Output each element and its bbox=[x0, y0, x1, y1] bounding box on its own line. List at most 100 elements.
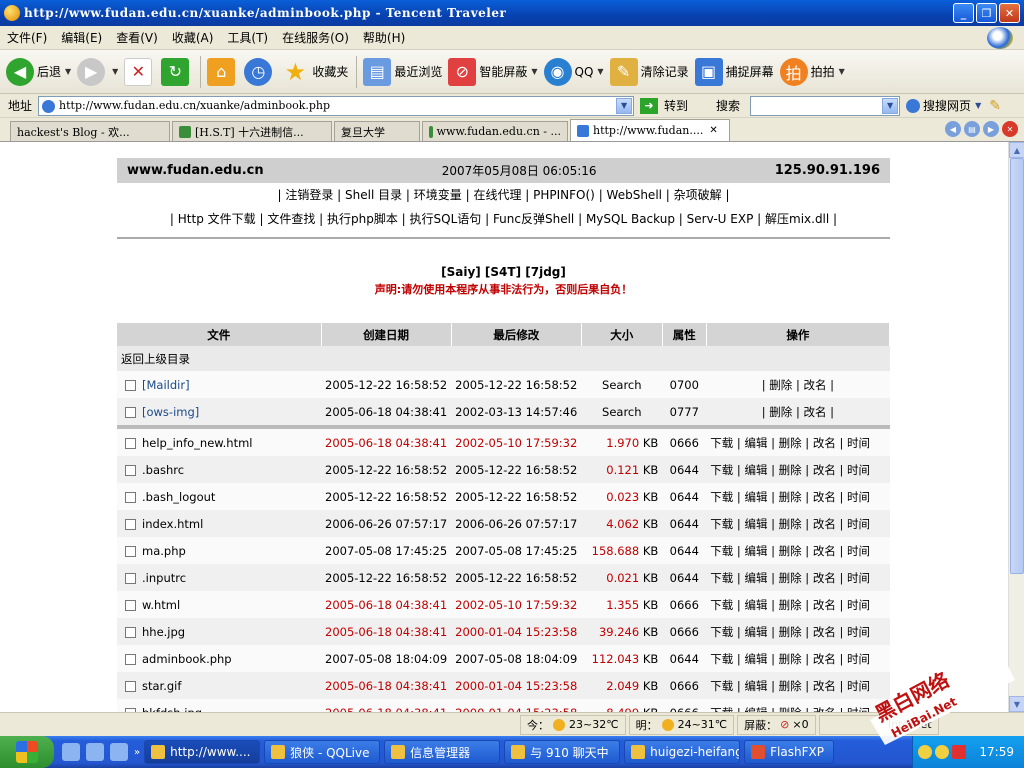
address-input[interactable]: http://www.fudan.edu.cn/xuanke/adminbook… bbox=[38, 95, 635, 116]
file-action-link[interactable]: 改名 bbox=[813, 517, 836, 531]
file-action-link[interactable]: 时间 bbox=[847, 490, 870, 504]
file-action-link[interactable]: 时间 bbox=[847, 463, 870, 477]
close-button[interactable]: ✕ bbox=[999, 3, 1020, 23]
file-action-link[interactable]: 删除 bbox=[779, 544, 802, 558]
recent-button[interactable]: ▤ 最近浏览 bbox=[363, 52, 442, 92]
file-action-link[interactable]: 时间 bbox=[847, 544, 870, 558]
file-action-link[interactable]: 时间 bbox=[847, 625, 870, 639]
tab-scroll-left-icon[interactable]: ◀ bbox=[945, 121, 961, 137]
menu-file[interactable]: 文件(F) bbox=[7, 29, 47, 46]
file-action-link[interactable]: 下载 bbox=[710, 571, 733, 585]
file-action-link[interactable]: 时间 bbox=[847, 598, 870, 612]
file-name[interactable]: ma.php bbox=[142, 544, 186, 558]
file-action-link[interactable]: 编辑 bbox=[744, 544, 767, 558]
file-name[interactable]: .bash_logout bbox=[142, 490, 215, 504]
file-action-link[interactable]: 编辑 bbox=[744, 463, 767, 477]
file-action-link[interactable]: 编辑 bbox=[744, 679, 767, 693]
nav-link[interactable]: 环境变量 bbox=[414, 188, 462, 202]
nav-link[interactable]: Func反弹Shell bbox=[493, 212, 574, 226]
file-action-link[interactable]: 改名 bbox=[813, 598, 836, 612]
file-action-link[interactable]: 下载 bbox=[710, 679, 733, 693]
dir-link[interactable]: [ows-img] bbox=[142, 405, 199, 419]
sogou-search-button[interactable]: 搜搜网页 ▼ bbox=[906, 97, 981, 114]
menu-favorites[interactable]: 收藏(A) bbox=[172, 29, 214, 46]
row-checkbox[interactable] bbox=[125, 653, 136, 665]
file-action-link[interactable]: 编辑 bbox=[744, 625, 767, 639]
file-action-link[interactable]: 编辑 bbox=[744, 598, 767, 612]
menu-online-services[interactable]: 在线服务(O) bbox=[282, 29, 349, 46]
file-action-link[interactable]: 时间 bbox=[847, 652, 870, 666]
file-action-link[interactable]: 下载 bbox=[710, 544, 733, 558]
nav-link[interactable]: PHPINFO() bbox=[533, 188, 595, 202]
file-action-link[interactable]: 删除 bbox=[779, 463, 802, 477]
file-action-link[interactable]: 改名 bbox=[813, 436, 836, 450]
file-action-link[interactable]: 删除 bbox=[779, 490, 802, 504]
scroll-up-icon[interactable]: ▲ bbox=[1009, 142, 1024, 158]
nav-link[interactable]: WebShell bbox=[607, 188, 662, 202]
file-action-link[interactable]: 编辑 bbox=[744, 436, 767, 450]
scroll-thumb[interactable] bbox=[1010, 158, 1024, 574]
row-checkbox[interactable] bbox=[125, 406, 136, 418]
file-action-link[interactable]: 下载 bbox=[710, 463, 733, 477]
file-action-link[interactable]: 改名 bbox=[813, 571, 836, 585]
tab-close-icon[interactable]: ✕ bbox=[709, 125, 717, 136]
taskbar-item-info-manager[interactable]: 信息管理器 bbox=[384, 740, 501, 764]
file-action-link[interactable]: 删除 bbox=[779, 625, 802, 639]
maximize-button[interactable]: ❐ bbox=[976, 3, 997, 23]
file-action-link[interactable]: 删除 bbox=[779, 571, 802, 585]
row-checkbox[interactable] bbox=[125, 572, 136, 584]
nav-link[interactable]: MySQL Backup bbox=[586, 212, 675, 226]
file-action-link[interactable]: 编辑 bbox=[744, 517, 767, 531]
quick-launch-expand-icon[interactable]: » bbox=[134, 747, 140, 758]
file-name[interactable]: help_info_new.html bbox=[142, 436, 253, 450]
file-name[interactable]: adminbook.php bbox=[142, 652, 232, 666]
smart-block-button[interactable]: ⊘ 智能屏蔽 ▼ bbox=[448, 52, 538, 92]
tray-qq-icon[interactable] bbox=[935, 745, 950, 759]
tray-app-icon[interactable] bbox=[952, 745, 967, 759]
file-action-link[interactable]: 下载 bbox=[710, 625, 733, 639]
search-input[interactable]: ▼ bbox=[750, 95, 901, 116]
search-dropdown-button[interactable]: ▼ bbox=[882, 97, 899, 114]
address-dropdown-button[interactable]: ▼ bbox=[616, 97, 633, 114]
tab-active-adminbook[interactable]: http://www.fudan.... ✕ bbox=[570, 119, 730, 141]
stop-button[interactable]: ✕ bbox=[124, 52, 155, 92]
menu-edit[interactable]: 编辑(E) bbox=[61, 29, 102, 46]
tray-qq-icon[interactable] bbox=[918, 745, 933, 759]
file-action-link[interactable]: 时间 bbox=[847, 517, 870, 531]
file-action-link[interactable]: 删除 bbox=[779, 652, 802, 666]
nav-link[interactable]: 执行php脚本 bbox=[327, 212, 398, 226]
file-action-link[interactable]: 编辑 bbox=[744, 652, 767, 666]
tab-hackest-blog[interactable]: hackest's Blog - 欢... bbox=[10, 121, 170, 141]
parent-dir-link[interactable]: 返回上级目录 bbox=[121, 352, 190, 366]
file-action-link[interactable]: 删除 bbox=[779, 436, 802, 450]
file-action-link[interactable]: 删除 bbox=[779, 517, 802, 531]
nav-link[interactable]: 注销登录 bbox=[285, 188, 333, 202]
quick-launch-desktop-icon[interactable] bbox=[110, 743, 128, 761]
menu-tools[interactable]: 工具(T) bbox=[227, 29, 268, 46]
row-checkbox[interactable] bbox=[125, 545, 136, 557]
nav-link[interactable]: Http 文件下载 bbox=[178, 212, 256, 226]
file-action-link[interactable]: 编辑 bbox=[744, 490, 767, 504]
file-action-link[interactable]: 下载 bbox=[710, 490, 733, 504]
vertical-scrollbar[interactable]: ▲ ▼ bbox=[1008, 142, 1024, 712]
tab-fudan[interactable]: 复旦大学 bbox=[334, 121, 420, 141]
clear-history-button[interactable]: ✎ 清除记录 bbox=[609, 52, 689, 92]
clock[interactable]: 17:59 bbox=[979, 745, 1014, 759]
file-action-link[interactable]: 改名 bbox=[813, 679, 836, 693]
row-checkbox[interactable] bbox=[125, 626, 136, 638]
tab-list-icon[interactable]: ▤ bbox=[964, 121, 980, 137]
file-action-link[interactable]: 下载 bbox=[710, 652, 733, 666]
row-checkbox[interactable] bbox=[125, 680, 136, 692]
file-name[interactable]: star.gif bbox=[142, 679, 181, 693]
file-name[interactable]: .bashrc bbox=[142, 463, 184, 477]
taskbar-item-flashfxp[interactable]: FlashFXP bbox=[744, 740, 835, 764]
capture-screen-button[interactable]: ▣ 捕捉屏幕 bbox=[694, 52, 774, 92]
dir-action-link[interactable]: 删除 bbox=[769, 405, 792, 419]
file-action-link[interactable]: 下载 bbox=[710, 598, 733, 612]
nav-link[interactable]: 杂项破解 bbox=[674, 188, 722, 202]
nav-link[interactable]: Shell 目录 bbox=[345, 188, 402, 202]
file-action-link[interactable]: 时间 bbox=[847, 679, 870, 693]
tab-hst[interactable]: [H.S.T] 十六进制信... bbox=[172, 121, 332, 141]
nav-link[interactable]: 执行SQL语句 bbox=[410, 212, 482, 226]
file-action-link[interactable]: 改名 bbox=[813, 625, 836, 639]
